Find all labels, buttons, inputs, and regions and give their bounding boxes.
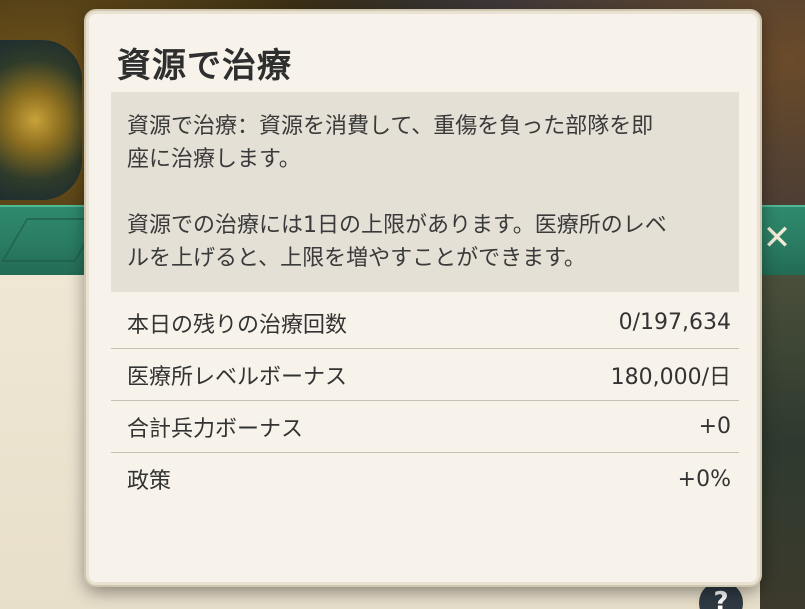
stat-value: 180,000/日 — [610, 364, 731, 390]
emblem-decoration — [0, 40, 82, 200]
background-side-strip — [760, 275, 805, 609]
stat-value: 0/197,634 — [618, 310, 731, 335]
stat-label: 合計兵力ボーナス — [127, 416, 304, 442]
stat-row-remaining-heals: 本日の残りの治療回数 0/197,634 — [111, 297, 739, 349]
stat-label: 医療所レベルボーナス — [127, 364, 348, 390]
description-box: 資源で治療：資源を消費して、重傷を負った部隊を即 座に治療します。 資源での治療… — [111, 92, 739, 292]
stat-value: +0 — [698, 414, 731, 439]
stats-list: 本日の残りの治療回数 0/197,634 医療所レベルボーナス 180,000/… — [111, 297, 739, 505]
description-paragraph: 資源での治療には1日の上限があります。医療所のレベ ルを上げると、上限を増やすこ… — [127, 213, 667, 271]
stat-label: 政策 — [127, 469, 172, 494]
close-icon[interactable]: ✕ — [760, 218, 794, 258]
tooltip-title: 資源で治療 — [117, 46, 292, 86]
stat-row-policy: 政策 +0% — [111, 453, 739, 505]
tooltip-panel: 資源で治療 資源で治療：資源を消費して、重傷を負った部隊を即 座に治療します。 … — [86, 11, 760, 585]
stat-row-hospital-level-bonus: 医療所レベルボーナス 180,000/日 — [111, 349, 739, 401]
stat-row-total-troop-bonus: 合計兵力ボーナス +0 — [111, 401, 739, 453]
stat-label: 本日の残りの治療回数 — [127, 312, 348, 338]
stat-value: +0% — [677, 466, 731, 492]
description-paragraph: 資源で治療：資源を消費して、重傷を負った部隊を即 座に治療します。 — [127, 114, 654, 172]
